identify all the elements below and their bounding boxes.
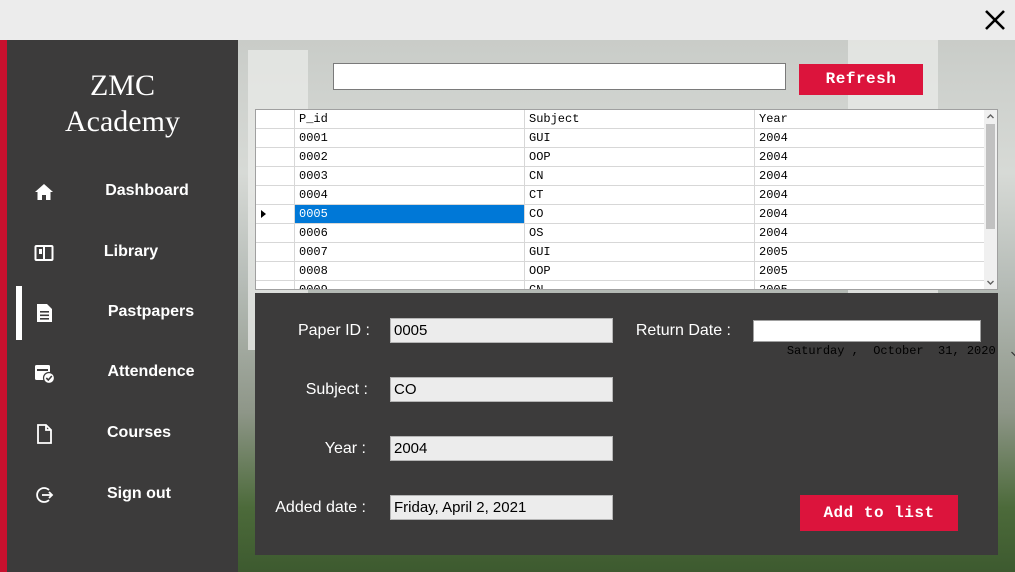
row-header[interactable]: [256, 148, 295, 167]
return-date-label: Return Date :: [635, 322, 731, 339]
sidebar-item-label: Pastpapers: [107, 303, 195, 320]
table-cell[interactable]: CN: [525, 281, 755, 289]
added-date-field[interactable]: Friday, April 2, 2021: [390, 495, 613, 520]
return-date-value: Saturday , October 31, 2020: [786, 344, 996, 358]
table-cell[interactable]: 0002: [295, 148, 525, 167]
table-row[interactable]: 0007 GUI 2005: [256, 243, 986, 262]
table-cell[interactable]: CO: [525, 205, 755, 224]
column-header-subject[interactable]: Subject: [525, 110, 755, 129]
title-bar: [0, 0, 1015, 40]
home-icon: [33, 181, 55, 203]
year-field[interactable]: 2004: [390, 436, 613, 461]
file-icon: [33, 423, 55, 445]
table-cell[interactable]: 2005: [755, 243, 986, 262]
scrollbar-thumb[interactable]: [986, 124, 995, 229]
current-row-icon: [261, 210, 266, 218]
table-row[interactable]: 0003 CN 2004: [256, 167, 986, 186]
row-header[interactable]: [256, 281, 295, 289]
table-cell[interactable]: 2004: [755, 205, 986, 224]
table-cell[interactable]: 0009: [295, 281, 525, 289]
pastpapers-table[interactable]: P_id Subject Year 0001 GUI 2004 0002 OOP 2004…: [255, 109, 998, 290]
row-header[interactable]: [256, 186, 295, 205]
row-header[interactable]: [256, 129, 295, 148]
sidebar-item-label: Sign out: [107, 485, 171, 502]
close-icon[interactable]: [981, 6, 1009, 34]
paper-id-field[interactable]: 0005: [390, 318, 613, 343]
sidebar-item-attendence[interactable]: Attendence: [7, 346, 238, 402]
sign-out-icon: [33, 484, 55, 506]
table-cell[interactable]: OOP: [525, 148, 755, 167]
table-cell[interactable]: 2005: [755, 262, 986, 281]
sidebar-item-label: Library: [103, 243, 159, 260]
table-row[interactable]: 0004 CT 2004: [256, 186, 986, 205]
table-row[interactable]: 0002 OOP 2004: [256, 148, 986, 167]
row-header-corner: [256, 110, 295, 129]
refresh-button[interactable]: Refresh: [799, 64, 923, 95]
table-cell[interactable]: 2004: [755, 129, 986, 148]
sidebar-item-library[interactable]: Library: [7, 226, 238, 282]
added-date-label: Added date :: [275, 499, 366, 516]
table-cell[interactable]: 0004: [295, 186, 525, 205]
table-header-row: P_id Subject Year: [256, 110, 986, 129]
table-cell[interactable]: 0001: [295, 129, 525, 148]
row-header[interactable]: [256, 205, 295, 224]
table-cell[interactable]: OOP: [525, 262, 755, 281]
column-header-p-id[interactable]: P_id: [295, 110, 525, 129]
paper-details-form: Paper ID : 0005 Subject : CO Year : 2004…: [255, 293, 1015, 555]
sidebar-item-label: Dashboard: [105, 182, 189, 199]
sidebar-item-pastpapers[interactable]: Pastpapers: [7, 286, 238, 342]
return-date-picker[interactable]: Saturday , October 31, 2020: [753, 320, 1015, 358]
column-header-year[interactable]: Year: [755, 110, 986, 129]
add-to-list-button[interactable]: Add to list: [800, 495, 958, 531]
table-cell[interactable]: 0006: [295, 224, 525, 243]
document-icon: [33, 302, 55, 324]
table-cell[interactable]: 0005: [295, 205, 525, 224]
table-cell[interactable]: GUI: [525, 129, 755, 148]
subject-field[interactable]: CO: [390, 377, 613, 402]
subject-label: Subject :: [305, 381, 368, 398]
paper-id-label: Paper ID :: [297, 322, 370, 339]
row-header[interactable]: [256, 167, 295, 186]
sidebar-item-label: Attendence: [107, 363, 195, 380]
table-cell[interactable]: 2005: [755, 281, 986, 289]
scroll-up-icon[interactable]: [984, 110, 997, 123]
sidebar-item-label: Courses: [106, 424, 172, 441]
row-header[interactable]: [256, 262, 295, 281]
brand-line-2: Academy: [65, 105, 180, 138]
table-cell[interactable]: 2004: [755, 167, 986, 186]
table-cell[interactable]: GUI: [525, 243, 755, 262]
sidebar-item-dashboard[interactable]: Dashboard: [7, 165, 238, 221]
table-row[interactable]: 0009 CN 2005: [256, 281, 986, 289]
brand-line-1: ZMC: [89, 69, 155, 102]
calendar-check-icon: [33, 362, 56, 385]
table-row[interactable]: 0001 GUI 2004: [256, 129, 986, 148]
row-header[interactable]: [256, 224, 295, 243]
table-row[interactable]: 0005 CO 2004: [256, 205, 986, 224]
table-cell[interactable]: 0007: [295, 243, 525, 262]
sidebar: ZMC Academy Dashboard Library Pastpapers…: [7, 40, 238, 572]
table-row[interactable]: 0008 OOP 2005: [256, 262, 986, 281]
table-cell[interactable]: 0008: [295, 262, 525, 281]
chevron-down-icon[interactable]: [967, 326, 1015, 357]
table-row[interactable]: 0006 OS 2004: [256, 224, 986, 243]
accent-stripe: [0, 40, 7, 572]
year-label: Year :: [324, 440, 366, 457]
table-cell[interactable]: 0003: [295, 167, 525, 186]
table-cell[interactable]: 2004: [755, 224, 986, 243]
table-cell[interactable]: 2004: [755, 148, 986, 167]
table-cell[interactable]: 2004: [755, 186, 986, 205]
table-cell[interactable]: CN: [525, 167, 755, 186]
brand-logo: ZMC Academy: [7, 68, 238, 140]
vertical-scrollbar[interactable]: [984, 110, 997, 289]
sidebar-item-sign-out[interactable]: Sign out: [7, 468, 238, 524]
table-cell[interactable]: OS: [525, 224, 755, 243]
sidebar-item-courses[interactable]: Courses: [7, 407, 238, 463]
row-header[interactable]: [256, 243, 295, 262]
search-input[interactable]: [333, 63, 786, 90]
table-cell[interactable]: CT: [525, 186, 755, 205]
scroll-down-icon[interactable]: [984, 276, 997, 289]
